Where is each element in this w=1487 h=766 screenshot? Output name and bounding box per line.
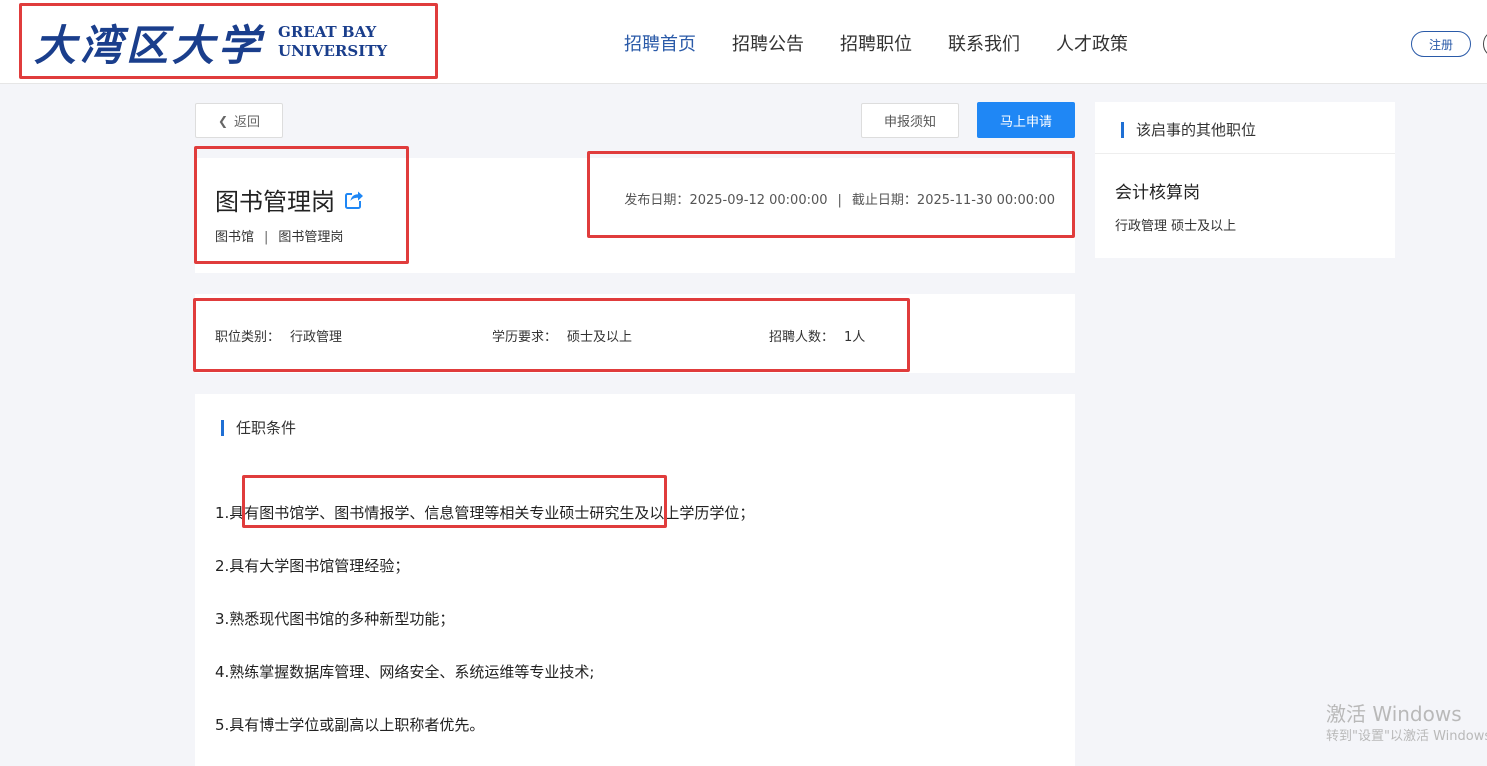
- requirement-item: 4.熟练掌握数据库管理、网络安全、系统运维等专业技术;: [215, 663, 595, 681]
- separator: |: [837, 193, 842, 208]
- requirement-item: 2.具有大学图书馆管理经验；: [215, 557, 410, 575]
- other-job-title[interactable]: 会计核算岗: [1115, 178, 1200, 203]
- job-position: 图书管理岗: [278, 230, 344, 245]
- job-title-text: 图书管理岗: [215, 188, 335, 216]
- job-category-label: 职位类别：: [215, 330, 281, 345]
- deadline-label: 截止日期：: [851, 193, 917, 208]
- heading-accent-bar: [1121, 121, 1124, 138]
- register-button[interactable]: 注册: [1411, 31, 1471, 57]
- user-avatar-button[interactable]: [1483, 30, 1487, 58]
- separator: |: [264, 230, 269, 245]
- requirement-item: 3.熟悉现代图书馆的多种新型功能；: [215, 610, 455, 628]
- other-job-subtitle: 行政管理 硕士及以上: [1115, 219, 1237, 234]
- deadline-date: 2025-11-30 00:00:00: [916, 193, 1055, 208]
- other-positions-card: 该启事的其他职位 会计核算岗 行政管理 硕士及以上: [1095, 102, 1395, 258]
- windows-activation-watermark: 激活 Windows 转到"设置"以激活 Windows。: [1326, 701, 1487, 747]
- requirements-card: 任职条件 1.具有图书馆学、图书情报学、信息管理等相关专业硕士研究生及以上学历学…: [195, 394, 1075, 766]
- logo-english-line1: GREAT BAY: [278, 23, 377, 41]
- back-button-label: 返回: [234, 115, 261, 130]
- education-value: 硕士及以上: [567, 330, 633, 345]
- job-category-value: 行政管理: [290, 330, 343, 345]
- chevron-left-icon: ❮: [217, 113, 229, 128]
- share-icon[interactable]: [343, 189, 365, 211]
- requirement-item: 5.具有博士学位或副高以上职称者优先。: [215, 716, 485, 734]
- nav-item-positions[interactable]: 招聘职位: [840, 30, 912, 56]
- job-category: 职位类别： 行政管理: [215, 326, 342, 345]
- requirements-heading: 任职条件: [221, 417, 296, 438]
- divider: [1095, 153, 1395, 154]
- job-title-card: 图书管理岗 图书馆 | 图书管理岗 发布日期：2025-09-12 00:00:00…: [195, 158, 1075, 273]
- nav-item-contact[interactable]: 联系我们: [948, 30, 1020, 56]
- nav-item-announcements[interactable]: 招聘公告: [732, 30, 804, 56]
- education-label: 学历要求：: [492, 330, 558, 345]
- nav-item-talent-policy[interactable]: 人才政策: [1056, 30, 1128, 56]
- other-positions-heading: 该启事的其他职位: [1121, 119, 1256, 140]
- site-header: 大湾区大学 GREAT BAY UNIVERSITY 招聘首页 招聘公告 招聘职…: [0, 0, 1487, 84]
- hiring-count: 招聘人数： 1人: [769, 326, 865, 345]
- apply-now-button[interactable]: 马上申请: [977, 102, 1075, 138]
- logo-english-line2: UNIVERSITY: [278, 42, 388, 60]
- education-requirement: 学历要求： 硕士及以上: [492, 326, 632, 345]
- hiring-count-label: 招聘人数：: [769, 330, 835, 345]
- job-subtitle: 图书馆 | 图书管理岗: [215, 226, 343, 245]
- job-dates: 发布日期：2025-09-12 00:00:00 | 截止日期：2025-11-30…: [624, 189, 1055, 208]
- requirements-heading-text: 任职条件: [236, 419, 297, 437]
- watermark-line1: 激活 Windows: [1326, 702, 1462, 726]
- job-department: 图书馆: [215, 230, 255, 245]
- application-notice-button[interactable]: 申报须知: [861, 103, 959, 138]
- job-title: 图书管理岗: [215, 182, 365, 217]
- heading-accent-bar: [221, 419, 224, 436]
- watermark-line2: 转到"设置"以激活 Windows。: [1326, 729, 1487, 744]
- publish-date: 2025-09-12 00:00:00: [689, 193, 828, 208]
- logo-english-name: GREAT BAY UNIVERSITY: [278, 23, 387, 61]
- hiring-count-value: 1人: [844, 330, 866, 345]
- logo-chinese-name: 大湾区大学: [34, 20, 265, 70]
- nav-item-home[interactable]: 招聘首页: [624, 30, 696, 56]
- university-logo[interactable]: 大湾区大学 GREAT BAY UNIVERSITY: [22, 6, 436, 78]
- main-nav: 招聘首页 招聘公告 招聘职位 联系我们 人才政策: [624, 30, 1164, 56]
- publish-date-label: 发布日期：: [624, 193, 690, 208]
- back-button[interactable]: ❮ 返回: [195, 103, 283, 138]
- requirement-item: 1.具有图书馆学、图书情报学、信息管理等相关专业硕士研究生及以上学历学位；: [215, 504, 755, 522]
- job-info-card: 职位类别： 行政管理 学历要求： 硕士及以上 招聘人数： 1人: [195, 294, 1075, 373]
- other-positions-heading-text: 该启事的其他职位: [1136, 121, 1257, 139]
